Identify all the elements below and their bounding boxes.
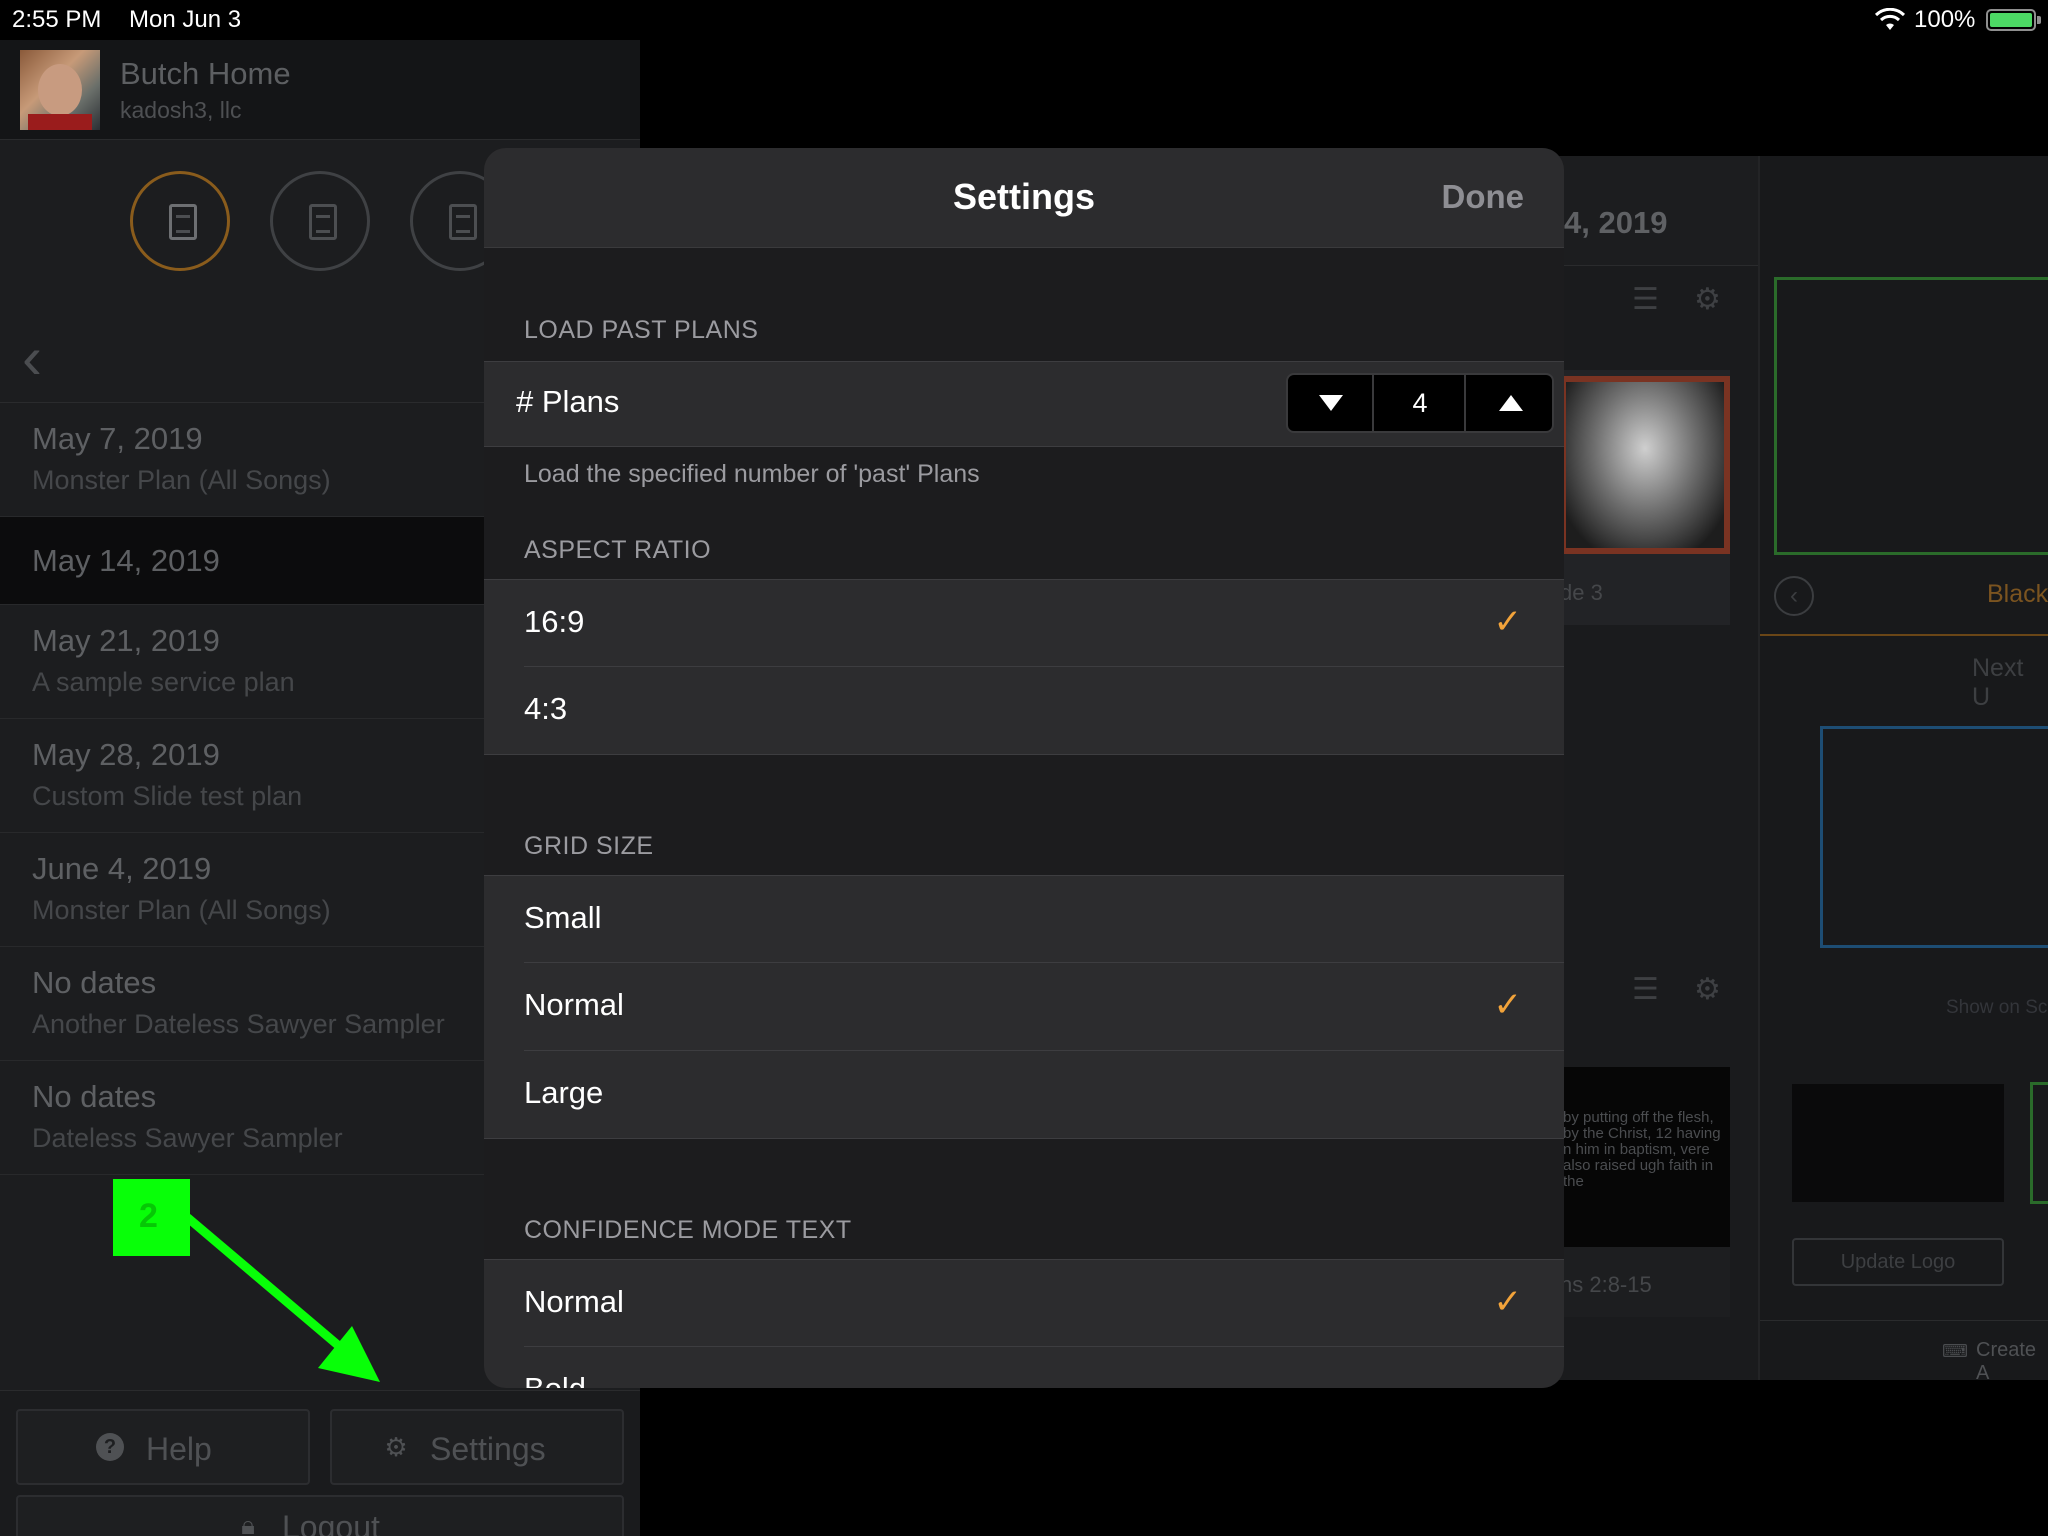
option-label: 16:9 [524,604,585,639]
option-label: 4:3 [524,691,568,726]
option-label: Normal [524,1284,624,1319]
modal-header: Settings Done [484,148,1564,248]
battery-percent: 100% [1914,6,1976,33]
clipboard-icon [169,204,197,240]
plan-date: May 28, 2019 [32,737,220,772]
settings-button[interactable]: ⚙ Settings [330,1409,624,1485]
create-label: Create A [1976,1339,2037,1384]
decrement-button[interactable] [1288,375,1374,431]
previous-icon[interactable]: ‹ [1774,576,1814,616]
option-row[interactable]: 4:3 [484,667,1564,755]
plan-date: May 14, 2019 [32,543,220,578]
logo-preview-alt [2030,1082,2048,1204]
list-icon[interactable]: ☰ [1632,972,1659,1007]
settings-label: Settings [430,1431,546,1467]
done-button[interactable]: Done [1442,178,1525,216]
plan-name: A sample service plan [32,667,295,697]
option-label: Normal [524,987,624,1022]
annotation-step-number: 2 [139,1197,158,1235]
status-date: Mon Jun 3 [129,6,242,33]
option-row[interactable]: Normal ✓ [484,963,1564,1051]
gear-icon[interactable]: ⚙ [1694,972,1721,1007]
live-preview [1774,277,2048,555]
plan-detail-date: 4, 2019 [1564,205,1668,240]
next-up-label: Next U [1972,654,2024,711]
plan-date: No dates [32,1079,157,1114]
next-preview [1820,726,2048,948]
battery-icon [1986,9,2041,31]
load-past-plans-header: LOAD PAST PLANS [524,316,759,344]
option-label: Small [524,900,602,935]
aspect-ratio-header: ASPECT RATIO [524,536,712,564]
logout-label: Logout [282,1509,380,1536]
avatar [20,50,100,130]
update-logo-button[interactable]: Update Logo [1792,1238,2004,1286]
help-label: Help [146,1431,212,1467]
option-row[interactable]: Large [484,1051,1564,1139]
plan-name: Monster Plan (All Songs) [32,895,331,925]
gear-icon: ⚙ [384,1432,408,1462]
increment-button[interactable] [1468,375,1554,431]
stepper-value: 4 [1376,375,1466,431]
option-label: Bold [524,1371,586,1388]
show-on-label: Show on Sc [1946,997,2048,1018]
device-icon [449,204,477,240]
logout-button[interactable]: 🔒︎ Logout [16,1495,624,1536]
verse-text: by putting off the flesh, by the Christ,… [1563,1109,1721,1190]
plan-date: No dates [32,965,157,1000]
annotation-step-marker: 2 [113,1179,190,1256]
plan-name: Monster Plan (All Songs) [32,465,331,495]
keyboard-icon: ⌨ [1942,1341,1968,1361]
plans-count-row: # Plans 4 [484,361,1564,447]
plans-mode-button[interactable] [130,171,230,271]
sidebar-footer: ? Help ⚙ Settings 🔒︎ Logout [0,1390,640,1536]
plans-count-stepper: 4 [1286,373,1554,433]
plan-name: Custom Slide test plan [32,781,303,811]
option-row[interactable]: 16:9 ✓ [484,579,1564,667]
black-button[interactable]: Black [1987,580,2048,609]
documents-mode-button[interactable] [270,171,370,271]
profile-header: Butch Home kadosh3, llc [0,40,640,140]
slide-thumbnail [1560,376,1730,554]
option-row[interactable]: Small [484,875,1564,963]
back-chevron-icon[interactable]: ‹ [22,328,42,388]
modal-title: Settings [952,176,1095,217]
create-row[interactable]: ⌨ Create A [1760,1320,2048,1384]
slide-label: de 3 [1560,580,1603,605]
plan-name: Dateless Sawyer Sampler [32,1123,343,1153]
verse-label: ns 2:8-15 [1560,1272,1652,1297]
checkmark-icon: ✓ [1493,986,1523,1024]
profile-org: kadosh3, llc [120,97,242,123]
option-row[interactable]: Normal ✓ [484,1259,1564,1347]
gear-icon[interactable]: ⚙ [1694,282,1721,317]
lock-icon: 🔒︎ [241,1510,255,1536]
checkmark-icon: ✓ [1493,603,1523,641]
option-row[interactable]: Bold [484,1347,1564,1388]
logo-preview [1792,1084,2004,1202]
status-time: 2:55 PM [12,6,102,33]
load-past-plans-footnote: Load the specified number of 'past' Plan… [524,460,980,488]
plan-date: June 4, 2019 [32,851,212,886]
checkmark-icon: ✓ [1493,1283,1523,1321]
list-icon[interactable]: ☰ [1632,282,1659,317]
plan-date: May 21, 2019 [32,623,220,658]
settings-modal: Settings Done LOAD PAST PLANS # Plans 4 … [484,148,1564,1388]
wifi-icon [1874,8,1906,30]
divider [1760,634,2048,636]
option-label: Large [524,1075,604,1110]
plan-name: Another Dateless Sawyer Sampler [32,1009,445,1039]
help-icon: ? [96,1433,124,1461]
help-button[interactable]: ? Help [16,1409,310,1485]
status-bar: 2:55 PM Mon Jun 3 100% [0,0,2048,40]
plan-date: May 7, 2019 [32,421,203,456]
document-icon [309,204,337,240]
confidence-mode-header: CONFIDENCE MODE TEXT [524,1216,852,1244]
plans-count-label: # Plans [516,384,620,419]
grid-size-header: GRID SIZE [524,832,654,860]
profile-name: Butch Home [120,56,291,91]
